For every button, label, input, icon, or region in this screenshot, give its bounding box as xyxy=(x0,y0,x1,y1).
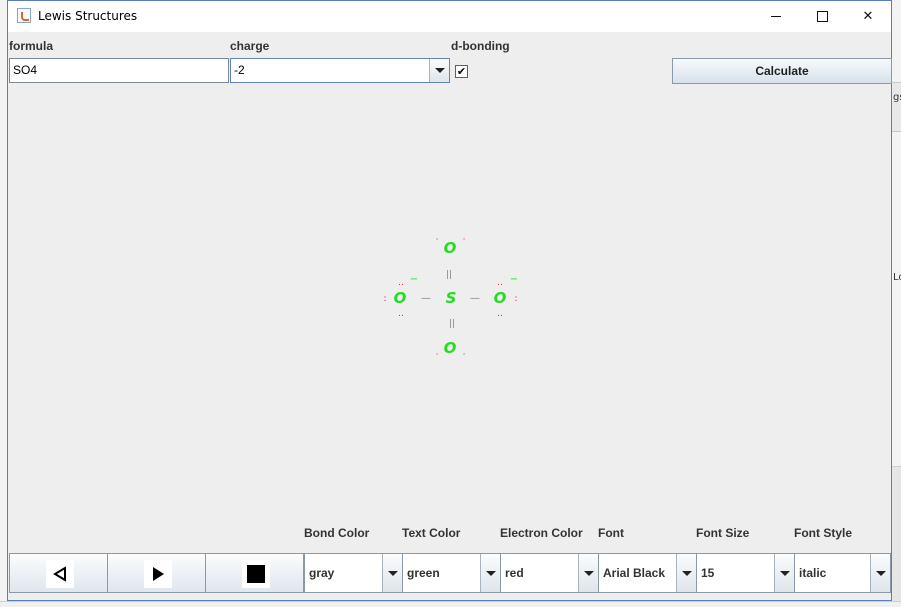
background-text-fragment: Lo xyxy=(893,272,901,283)
chevron-down-icon xyxy=(387,570,398,576)
back-button[interactable] xyxy=(9,553,108,593)
close-icon: ✕ xyxy=(862,9,874,24)
window-title: Lewis Structures xyxy=(38,9,138,23)
font-size-value: 15 xyxy=(701,566,715,580)
font-dropdown-arrow[interactable] xyxy=(676,554,696,592)
electron-color-label: Electron Color xyxy=(500,526,583,540)
background-panel-strip xyxy=(892,82,901,132)
background-text-fragment: gs xyxy=(893,92,901,103)
charge-mark-left: − xyxy=(410,274,418,285)
electron-bottom-left: · xyxy=(436,350,439,360)
font-style-dropdown-arrow[interactable] xyxy=(870,554,890,592)
font-size-dropdown-arrow[interactable] xyxy=(774,554,794,592)
bottom-oxygen: O xyxy=(444,339,457,357)
lewis-structures-window: Lewis Structures ✕ formula charge d-bond… xyxy=(7,0,892,601)
text-color-value: green xyxy=(407,566,440,580)
stop-button[interactable] xyxy=(205,553,304,593)
bond-bottom: || xyxy=(449,319,455,329)
minimize-button[interactable] xyxy=(753,1,799,32)
maximize-icon xyxy=(816,11,828,22)
right-oxygen: O xyxy=(494,289,507,307)
minimize-icon xyxy=(771,16,781,17)
font-select[interactable]: Arial Black xyxy=(598,553,697,593)
play-icon xyxy=(144,560,172,588)
dbonding-label: d-bonding xyxy=(451,39,510,53)
electron-pair-left-top: .. xyxy=(398,278,404,288)
bond-color-label: Bond Color xyxy=(304,526,370,540)
font-style-label: Font Style xyxy=(794,526,853,540)
electron-pair-left-bottom: .. xyxy=(398,309,404,319)
back-icon xyxy=(46,560,74,588)
top-oxygen: O xyxy=(444,239,457,257)
electron-pair-right-top: .. xyxy=(497,278,503,288)
check-icon: ✔ xyxy=(456,65,467,78)
java-app-icon xyxy=(17,8,31,23)
font-style-select[interactable]: italic xyxy=(794,553,891,593)
stop-icon xyxy=(242,560,270,588)
close-button[interactable]: ✕ xyxy=(845,1,891,32)
text-color-select[interactable]: green xyxy=(402,553,501,593)
play-button[interactable] xyxy=(107,553,206,593)
background-taskbar-edge xyxy=(0,601,901,607)
charge-value: -2 xyxy=(234,63,245,77)
electron-pair-right-bottom: .. xyxy=(497,309,503,319)
title-bar[interactable]: Lewis Structures ✕ xyxy=(8,1,891,32)
charge-dropdown-arrow[interactable] xyxy=(429,59,449,82)
center-atom: S xyxy=(446,289,457,307)
background-panel-strip-lower xyxy=(892,466,901,607)
charge-label: charge xyxy=(230,39,270,53)
electron-top-left: · xyxy=(436,235,439,245)
calculate-button[interactable]: Calculate xyxy=(672,58,892,84)
text-color-dropdown-arrow[interactable] xyxy=(480,554,500,592)
lone-pair-left: : xyxy=(383,294,386,304)
charge-select[interactable]: -2 xyxy=(230,58,450,83)
font-style-value: italic xyxy=(799,566,827,580)
chevron-down-icon xyxy=(681,570,692,576)
font-size-select[interactable]: 15 xyxy=(696,553,795,593)
font-label: Font xyxy=(598,526,624,540)
lewis-structure-canvas: S O O O O — — || || · · · · .. ..: .. .… xyxy=(383,235,518,360)
maximize-button[interactable] xyxy=(799,1,845,32)
bond-color-dropdown-arrow[interactable] xyxy=(382,554,402,592)
text-color-label: Text Color xyxy=(402,526,461,540)
dbonding-checkbox[interactable]: ✔ xyxy=(455,65,468,78)
font-size-label: Font Size xyxy=(696,526,750,540)
electron-bottom-right: · xyxy=(463,350,466,360)
left-oxygen: O xyxy=(394,289,407,307)
chevron-down-icon xyxy=(434,68,445,73)
electron-color-select[interactable]: red xyxy=(500,553,599,593)
formula-label: formula xyxy=(9,39,54,53)
chevron-down-icon xyxy=(779,570,790,576)
electron-color-value: red xyxy=(505,566,524,580)
bond-color-select[interactable]: gray xyxy=(304,553,403,593)
bond-left: — xyxy=(421,293,431,304)
charge-mark-right: − xyxy=(510,274,518,285)
chevron-down-icon xyxy=(583,570,594,576)
bond-color-value: gray xyxy=(309,566,335,580)
lone-pair-right: : xyxy=(514,294,517,304)
font-value: Arial Black xyxy=(603,566,666,580)
formula-input[interactable]: SO4 xyxy=(9,58,229,83)
chevron-down-icon xyxy=(485,570,496,576)
bond-right: — xyxy=(470,293,480,304)
bond-top: || xyxy=(446,270,452,280)
electron-top-right: · xyxy=(463,235,466,245)
chevron-down-icon xyxy=(875,570,886,576)
electron-color-dropdown-arrow[interactable] xyxy=(578,554,598,592)
